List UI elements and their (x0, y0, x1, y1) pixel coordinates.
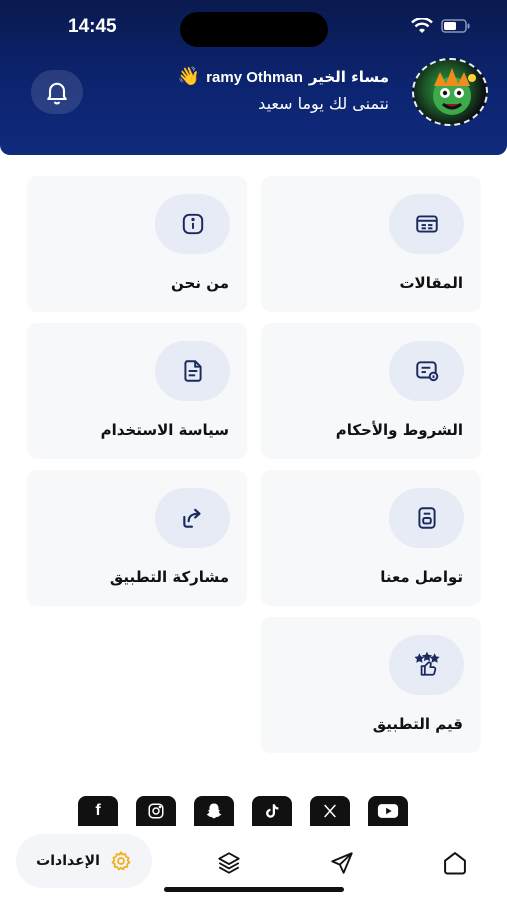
menu-card-share-app[interactable]: مشاركة التطبيق (27, 470, 247, 606)
articles-icon (415, 215, 438, 233)
greeting-subtitle: نتمنى لك يوما سعيد (258, 94, 389, 113)
avatar-character-icon (433, 68, 476, 115)
contact-icon-circle (389, 488, 464, 548)
user-name: ramy Othman (206, 68, 303, 86)
greeting-line: مساء الخير ramy Othman 👋 (177, 66, 389, 87)
nav-layers-button[interactable] (214, 848, 244, 878)
menu-label: الشروط والأحكام (335, 421, 463, 439)
info-icon-circle (155, 194, 230, 254)
layers-icon (218, 852, 240, 874)
home-indicator[interactable] (164, 887, 344, 892)
contact-icon (417, 507, 436, 529)
info-icon (182, 213, 203, 235)
menu-label: سياسة الاستخدام (100, 421, 229, 439)
menu-card-usage-policy[interactable]: سياسة الاستخدام (27, 323, 247, 459)
gear-icon (111, 851, 131, 871)
terms-icon-circle (389, 341, 464, 401)
nav-settings-button[interactable]: الإعدادات (16, 834, 152, 888)
document-icon (183, 360, 202, 382)
menu-card-terms[interactable]: الشروط والأحكام (261, 323, 481, 459)
rate-icon (413, 652, 440, 676)
menu-card-articles[interactable]: المقالات (261, 176, 481, 312)
menu-card-rate-app[interactable]: قيم التطبيق (261, 617, 481, 753)
rate-icon-circle (389, 635, 464, 695)
menu-label: من نحن (171, 274, 229, 292)
nav-home-button[interactable] (440, 848, 470, 878)
menu-label: تواصل معنا (380, 568, 463, 586)
menu-label: مشاركة التطبيق (109, 568, 229, 586)
articles-icon-circle (389, 194, 464, 254)
youtube-icon[interactable] (368, 796, 408, 826)
menu-card-about[interactable]: من نحن (27, 176, 247, 312)
x-icon[interactable] (310, 796, 350, 826)
nav-settings-label: الإعدادات (36, 853, 100, 869)
avatar[interactable] (412, 58, 488, 126)
home-icon (444, 852, 466, 875)
share-icon-circle (155, 488, 230, 548)
social-links: f (78, 796, 408, 826)
send-icon (331, 852, 353, 874)
nav-send-button[interactable] (327, 848, 357, 878)
share-icon (182, 508, 201, 528)
document-icon-circle (155, 341, 230, 401)
greeting-text: مساء الخير (308, 68, 389, 86)
waving-hand-icon: 👋 (177, 66, 201, 87)
menu-label: قيم التطبيق (372, 715, 463, 733)
terms-icon (415, 361, 438, 382)
bell-icon (47, 82, 67, 105)
header: 14:45 مساء الخير ramy Othman 👋 نتمنى لك … (0, 0, 507, 155)
notifications-button[interactable] (31, 70, 83, 114)
instagram-icon[interactable] (136, 796, 176, 826)
tiktok-icon[interactable] (252, 796, 292, 826)
menu-label: المقالات (399, 274, 463, 292)
facebook-icon[interactable]: f (78, 796, 118, 826)
dynamic-island (180, 12, 328, 47)
menu-card-contact[interactable]: تواصل معنا (261, 470, 481, 606)
snapchat-icon[interactable] (194, 796, 234, 826)
battery-icon (441, 19, 470, 33)
status-time: 14:45 (68, 16, 117, 37)
wifi-icon (411, 18, 433, 33)
status-icons (411, 18, 471, 34)
